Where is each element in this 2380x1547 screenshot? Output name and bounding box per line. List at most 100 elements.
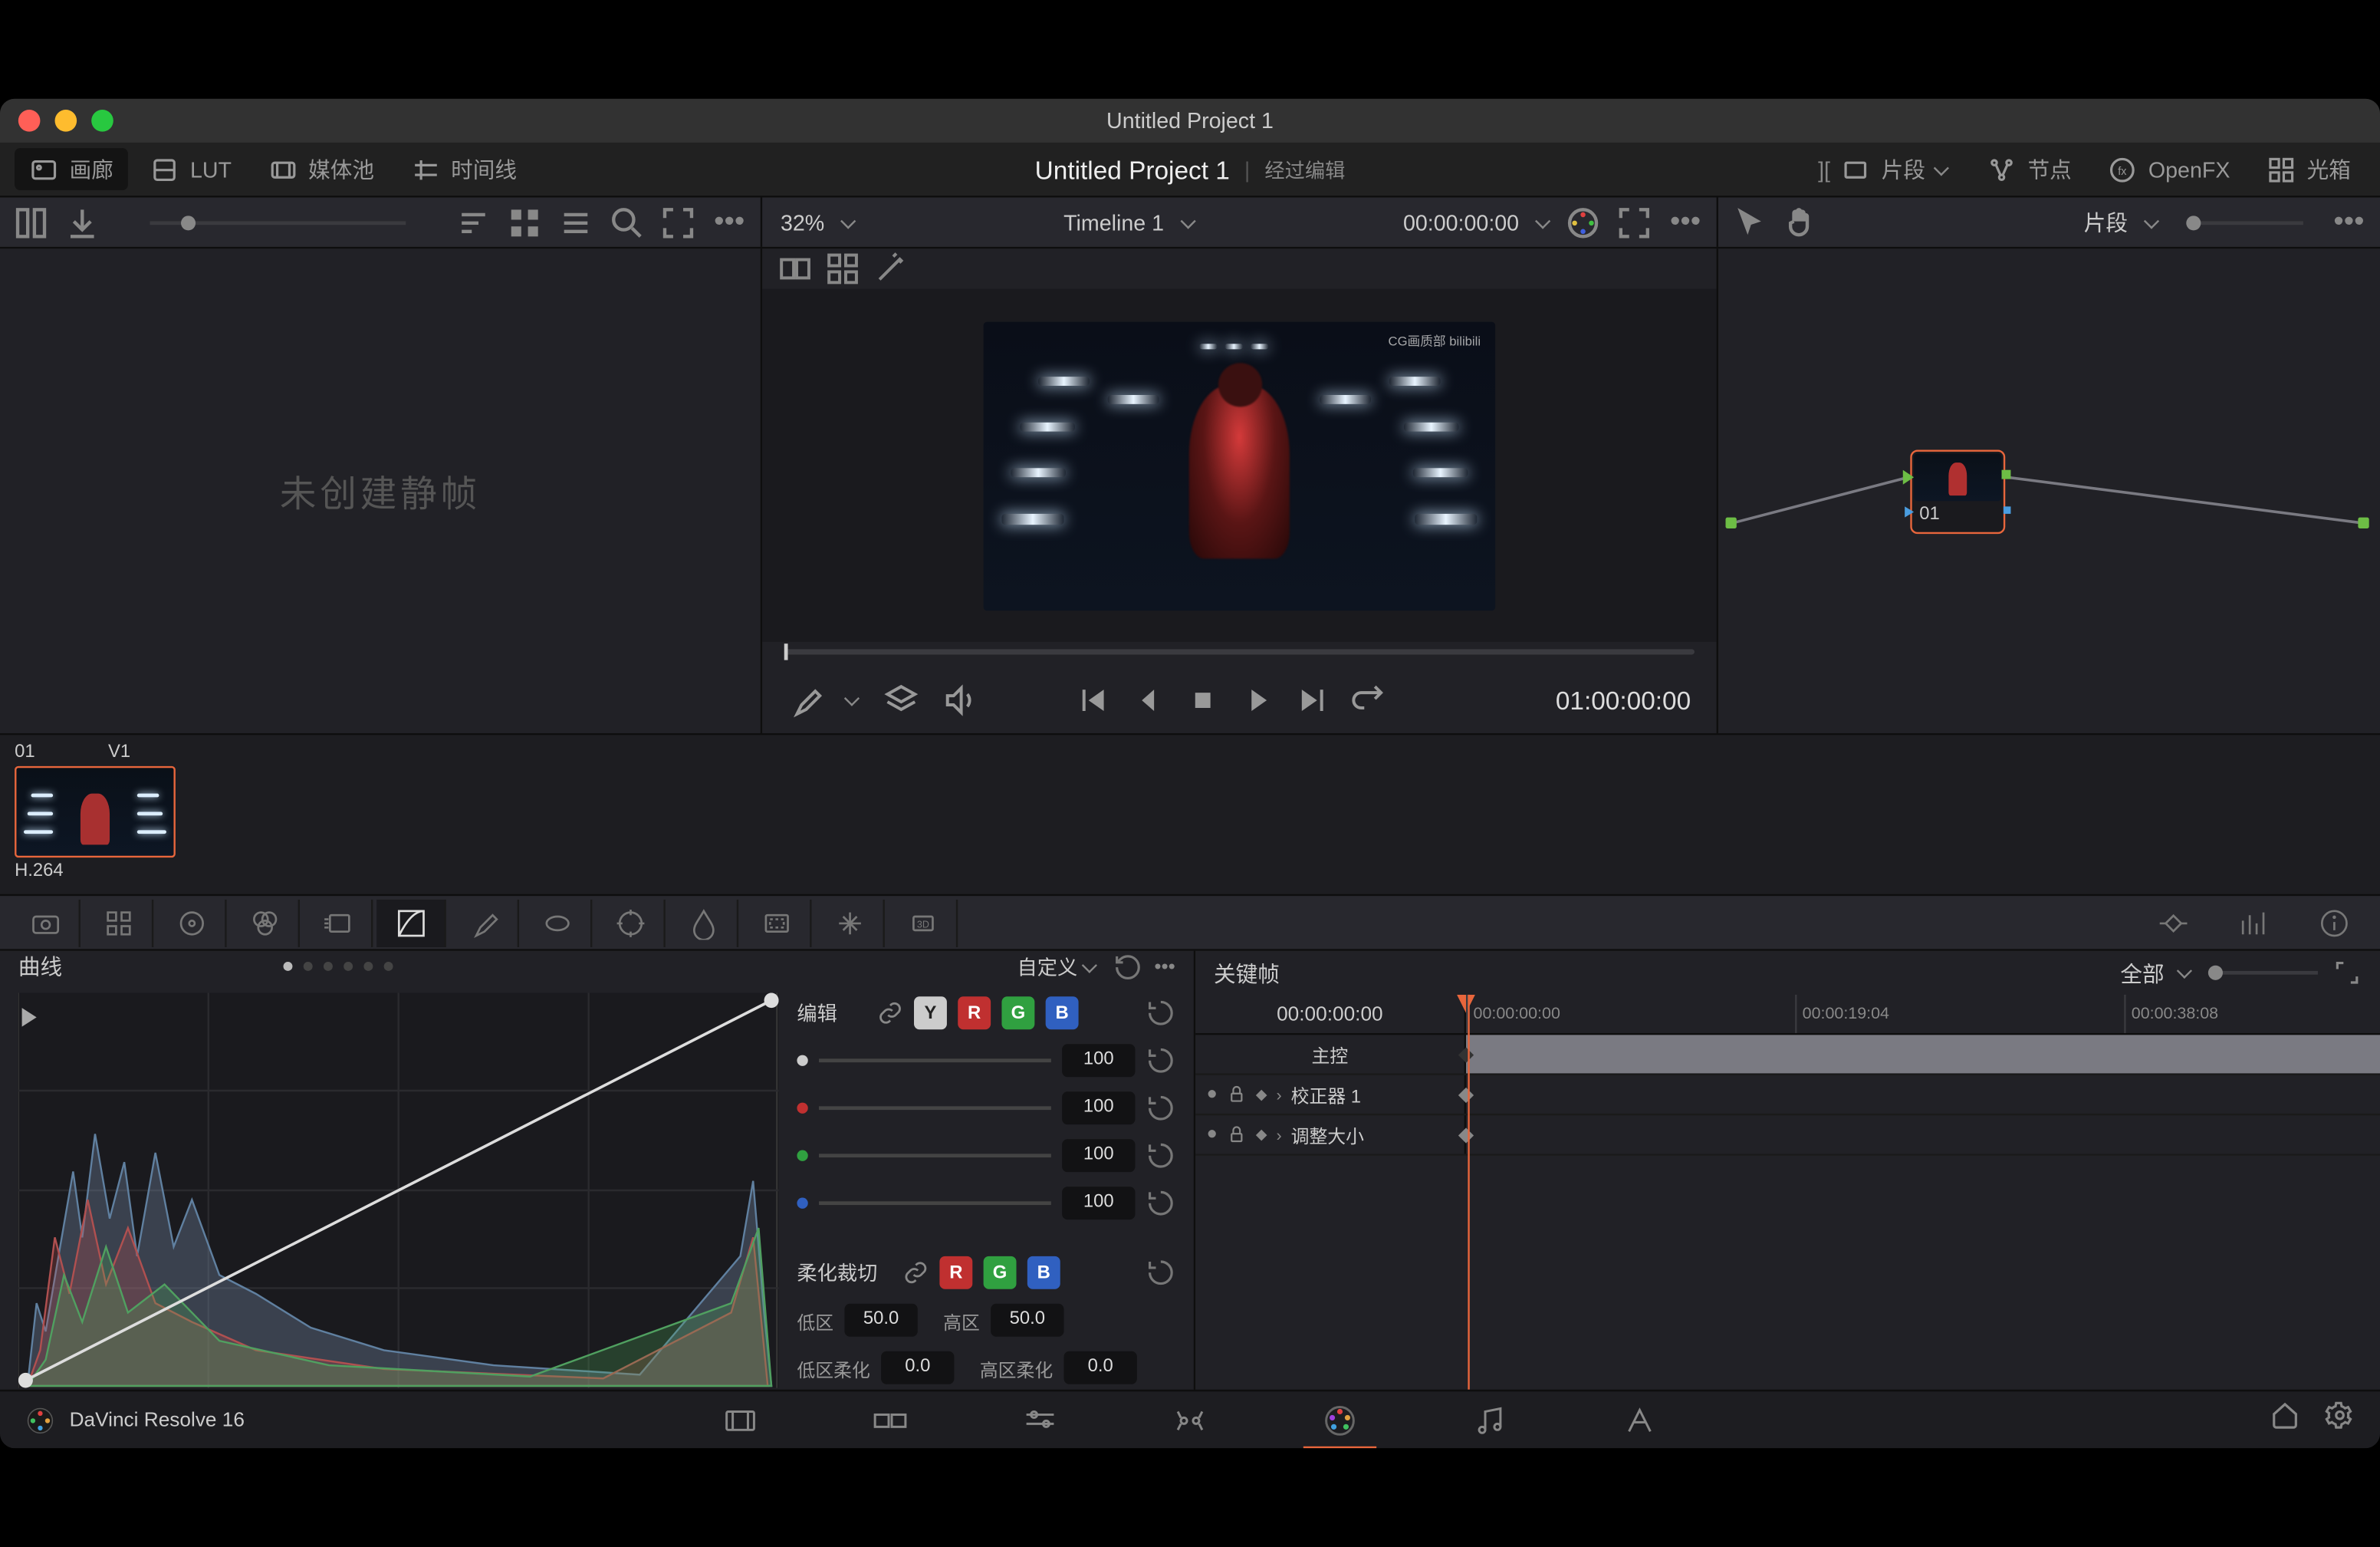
lock-icon[interactable] (1227, 1085, 1247, 1104)
grid-view-button[interactable] (505, 202, 544, 242)
tab-nodes[interactable]: 节点 (1973, 148, 2086, 190)
tab-lut[interactable]: LUT (135, 149, 246, 189)
curves-mode-dropdown[interactable]: 自定义 (1017, 952, 1100, 981)
more-button[interactable]: ••• (1665, 202, 1705, 242)
palette-tracker[interactable] (596, 899, 666, 946)
soft-channel-b[interactable]: B (1027, 1256, 1060, 1289)
channel-g[interactable]: G (1001, 996, 1034, 1029)
audio-button[interactable] (942, 682, 978, 719)
chevron-down-icon[interactable] (846, 693, 861, 708)
settings-button[interactable] (2325, 1401, 2354, 1439)
scrub-bar[interactable] (762, 642, 1716, 667)
more-button[interactable]: ••• (2329, 202, 2368, 242)
curves-mode-dots[interactable] (284, 962, 393, 971)
pointer-tool[interactable] (1729, 202, 1769, 242)
palette-window[interactable] (523, 899, 593, 946)
home-button[interactable] (2270, 1401, 2299, 1439)
palette-sizing[interactable] (815, 899, 885, 946)
slider-y[interactable] (819, 1058, 1051, 1062)
palette-keyframe-mode[interactable] (2138, 899, 2208, 946)
color-wheel-icon[interactable] (1563, 202, 1603, 242)
palette-blur[interactable] (669, 899, 739, 946)
viewer-mode-1[interactable] (777, 252, 814, 285)
channel-b[interactable]: B (1046, 996, 1079, 1029)
lock-icon[interactable] (1227, 1124, 1247, 1144)
kf-diamond-icon[interactable]: ◆ (1256, 1086, 1267, 1102)
reset-r[interactable] (1146, 1094, 1175, 1123)
value-g[interactable]: 100 (1062, 1139, 1135, 1172)
last-frame-button[interactable] (1294, 682, 1330, 719)
layers-button[interactable] (883, 682, 919, 719)
palette-info[interactable] (2299, 899, 2369, 946)
palette-qualifier[interactable] (449, 899, 519, 946)
slider-r[interactable] (819, 1106, 1051, 1110)
transport-timecode[interactable]: 01:00:00:00 (1556, 686, 1691, 715)
stop-button[interactable] (1184, 682, 1221, 719)
value-r[interactable]: 100 (1062, 1091, 1135, 1124)
channel-r[interactable]: R (958, 996, 991, 1029)
gallery-slider[interactable] (150, 220, 406, 224)
zoom-level[interactable]: 32% (773, 209, 831, 235)
page-fairlight[interactable] (1435, 1391, 1544, 1448)
softclip-reset[interactable] (1146, 1258, 1175, 1287)
eyedropper-button[interactable] (788, 682, 825, 719)
tab-openfx[interactable]: fx OpenFX (2093, 149, 2244, 189)
reset-b[interactable] (1146, 1189, 1175, 1218)
palette-key[interactable] (742, 899, 812, 946)
palette-camera-raw[interactable] (11, 899, 81, 946)
kf-expand[interactable] (2332, 958, 2362, 987)
page-deliver[interactable] (1585, 1391, 1695, 1448)
hand-tool[interactable] (1780, 202, 1820, 242)
soft-channel-r[interactable]: R (939, 1256, 972, 1289)
palette-3d[interactable]: 3D (889, 899, 958, 946)
tab-gallery[interactable]: 画廊 (15, 148, 128, 190)
more-button[interactable]: ••• (1154, 956, 1175, 978)
reset-y[interactable] (1146, 1046, 1175, 1075)
first-frame-button[interactable] (1074, 682, 1111, 719)
viewer-canvas[interactable]: CG画质部 bilibili (762, 289, 1716, 642)
sort-button[interactable] (453, 202, 493, 242)
loop-button[interactable] (1349, 682, 1386, 719)
keyframes-scope[interactable]: 全部 (2120, 957, 2164, 989)
color-node[interactable]: 01 (1910, 449, 2005, 534)
maximize-button[interactable] (91, 110, 113, 132)
node-clips-label[interactable]: 片段 (2076, 206, 2135, 238)
page-media[interactable] (685, 1391, 795, 1448)
close-button[interactable] (18, 110, 41, 132)
node-zoom-slider[interactable] (2186, 220, 2303, 224)
list-view-button[interactable] (556, 202, 596, 242)
timeline-name[interactable]: Timeline 1 (1057, 209, 1172, 235)
palette-curves[interactable] (376, 899, 446, 946)
kf-zoom-slider[interactable] (2208, 971, 2318, 975)
node-graph[interactable]: 01 (1718, 249, 2380, 733)
value-b[interactable]: 100 (1062, 1187, 1135, 1219)
low-soft-value[interactable]: 0.0 (881, 1351, 954, 1384)
chevron-down-icon[interactable] (843, 215, 857, 229)
channel-y[interactable]: Y (914, 996, 947, 1029)
palette-color-match[interactable] (84, 899, 154, 946)
play-button[interactable] (1239, 682, 1276, 719)
tab-clips[interactable]: ][ 片段 (1803, 148, 1965, 190)
palette-scopes[interactable] (2219, 899, 2289, 946)
soft-channel-g[interactable]: G (984, 1256, 1017, 1289)
eye-icon[interactable]: ● (1206, 1085, 1217, 1104)
palette-rgb-mixer[interactable] (230, 899, 300, 946)
chevron-down-icon[interactable] (2179, 966, 2194, 980)
ruler-ticks[interactable]: 00:00:00:00 00:00:19:04 00:00:38:08 (1466, 995, 2380, 1033)
chevron-down-icon[interactable] (1182, 215, 1197, 229)
curves-reset[interactable] (1114, 952, 1143, 981)
high-soft-value[interactable]: 0.0 (1064, 1351, 1137, 1384)
page-color[interactable] (1285, 1391, 1395, 1448)
chevron-down-icon[interactable] (1537, 215, 1552, 229)
minimize-button[interactable] (55, 110, 77, 132)
node-output-dot[interactable] (2358, 518, 2368, 528)
edit-reset[interactable] (1146, 999, 1175, 1028)
slider-g[interactable] (819, 1154, 1051, 1157)
node-input-dot[interactable] (1726, 518, 1737, 528)
split-view-button[interactable] (11, 202, 51, 242)
prev-frame-button[interactable] (1129, 682, 1166, 719)
clip-thumbnail[interactable] (15, 766, 176, 857)
page-cut[interactable] (835, 1391, 945, 1448)
tab-lightbox[interactable]: 光箱 (2252, 148, 2365, 190)
page-fusion[interactable] (1135, 1391, 1244, 1448)
